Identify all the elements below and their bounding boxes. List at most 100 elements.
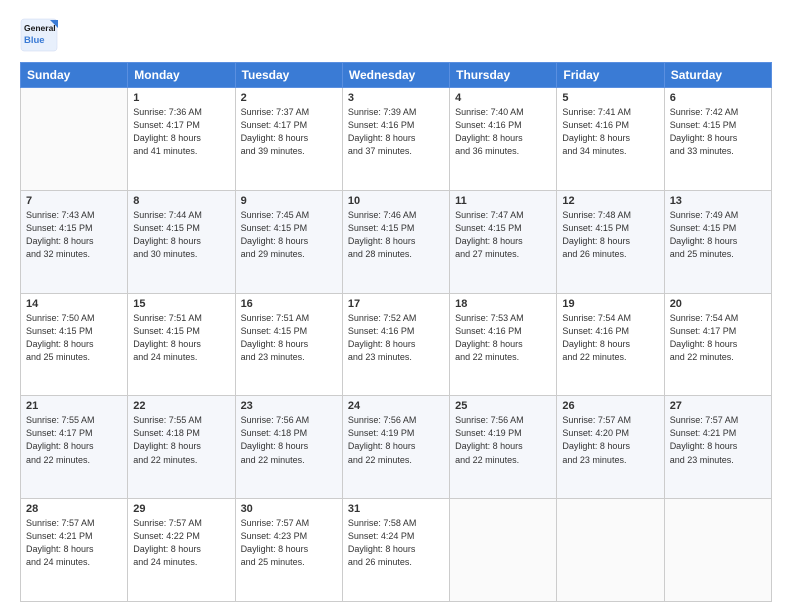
- day-info: Sunrise: 7:46 AMSunset: 4:15 PMDaylight:…: [348, 209, 444, 261]
- day-number: 7: [26, 195, 122, 207]
- day-info: Sunrise: 7:58 AMSunset: 4:24 PMDaylight:…: [348, 517, 444, 569]
- day-info: Sunrise: 7:56 AMSunset: 4:19 PMDaylight:…: [455, 414, 551, 466]
- day-number: 8: [133, 195, 229, 207]
- day-info: Sunrise: 7:44 AMSunset: 4:15 PMDaylight:…: [133, 209, 229, 261]
- calendar-cell: 24 Sunrise: 7:56 AMSunset: 4:19 PMDayligh…: [342, 396, 449, 499]
- calendar-week-row: 1 Sunrise: 7:36 AMSunset: 4:17 PMDaylight…: [21, 88, 772, 191]
- day-number: 6: [670, 92, 766, 104]
- calendar-cell: 6 Sunrise: 7:42 AMSunset: 4:15 PMDaylight…: [664, 88, 771, 191]
- calendar-header-row: SundayMondayTuesdayWednesdayThursdayFrid…: [21, 63, 772, 88]
- calendar-cell: 9Sunrise: 7:45 AMSunset: 4:15 PMDaylight…: [235, 190, 342, 293]
- day-info: Sunrise: 7:41 AMSunset: 4:16 PMDaylight:…: [562, 106, 658, 158]
- day-info: Sunrise: 7:48 AMSunset: 4:15 PMDaylight:…: [562, 209, 658, 261]
- day-info: Sunrise: 7:55 AMSunset: 4:18 PMDaylight:…: [133, 414, 229, 466]
- day-header-thursday: Thursday: [450, 63, 557, 88]
- calendar-cell: 26 Sunrise: 7:57 AMSunset: 4:20 PMDayligh…: [557, 396, 664, 499]
- calendar-cell: 16 Sunrise: 7:51 AMSunset: 4:15 PMDayligh…: [235, 293, 342, 396]
- calendar-cell: 18 Sunrise: 7:53 AMSunset: 4:16 PMDayligh…: [450, 293, 557, 396]
- day-number: 19: [562, 298, 658, 310]
- day-number: 17: [348, 298, 444, 310]
- calendar-cell: 7 Sunrise: 7:43 AMSunset: 4:15 PMDaylight…: [21, 190, 128, 293]
- day-info: Sunrise: 7:57 AMSunset: 4:23 PMDaylight:…: [241, 517, 337, 569]
- day-info: Sunrise: 7:53 AMSunset: 4:16 PMDaylight:…: [455, 312, 551, 364]
- calendar-cell: 19 Sunrise: 7:54 AMSunset: 4:16 PMDayligh…: [557, 293, 664, 396]
- day-number: 26: [562, 400, 658, 412]
- day-info: Sunrise: 7:51 AMSunset: 4:15 PMDaylight:…: [241, 312, 337, 364]
- page: General Blue SundayMondayTuesdayWednesda…: [0, 0, 792, 612]
- day-number: 20: [670, 298, 766, 310]
- calendar-cell: 17 Sunrise: 7:52 AMSunset: 4:16 PMDayligh…: [342, 293, 449, 396]
- day-number: 9: [241, 195, 337, 207]
- day-header-tuesday: Tuesday: [235, 63, 342, 88]
- day-number: 22: [133, 400, 229, 412]
- calendar-week-row: 28Sunrise: 7:57 AMSunset: 4:21 PMDayligh…: [21, 499, 772, 602]
- calendar-week-row: 21 Sunrise: 7:55 AMSunset: 4:17 PMDayligh…: [21, 396, 772, 499]
- day-number: 5: [562, 92, 658, 104]
- day-number: 1: [133, 92, 229, 104]
- day-info: Sunrise: 7:57 AMSunset: 4:21 PMDaylight:…: [26, 517, 122, 569]
- day-info: Sunrise: 7:52 AMSunset: 4:16 PMDaylight:…: [348, 312, 444, 364]
- logo: General Blue: [20, 18, 58, 52]
- day-info: Sunrise: 7:50 AMSunset: 4:15 PMDaylight:…: [26, 312, 122, 364]
- day-number: 30: [241, 503, 337, 515]
- calendar-cell: 14 Sunrise: 7:50 AMSunset: 4:15 PMDayligh…: [21, 293, 128, 396]
- calendar-cell: 12 Sunrise: 7:48 AMSunset: 4:15 PMDayligh…: [557, 190, 664, 293]
- calendar-cell: 29Sunrise: 7:57 AMSunset: 4:22 PMDayligh…: [128, 499, 235, 602]
- svg-text:General: General: [24, 23, 56, 33]
- day-info: Sunrise: 7:57 AMSunset: 4:20 PMDaylight:…: [562, 414, 658, 466]
- day-info: Sunrise: 7:37 AMSunset: 4:17 PMDaylight:…: [241, 106, 337, 158]
- calendar-cell: 21 Sunrise: 7:55 AMSunset: 4:17 PMDayligh…: [21, 396, 128, 499]
- svg-text:Blue: Blue: [24, 35, 45, 46]
- day-info: Sunrise: 7:36 AMSunset: 4:17 PMDaylight:…: [133, 106, 229, 158]
- day-info: Sunrise: 7:42 AMSunset: 4:15 PMDaylight:…: [670, 106, 766, 158]
- calendar-cell: 20 Sunrise: 7:54 AMSunset: 4:17 PMDayligh…: [664, 293, 771, 396]
- day-info: Sunrise: 7:49 AMSunset: 4:15 PMDaylight:…: [670, 209, 766, 261]
- day-number: 27: [670, 400, 766, 412]
- header: General Blue: [20, 18, 772, 52]
- day-number: 24: [348, 400, 444, 412]
- day-info: Sunrise: 7:47 AMSunset: 4:15 PMDaylight:…: [455, 209, 551, 261]
- calendar-cell: 30 Sunrise: 7:57 AMSunset: 4:23 PMDayligh…: [235, 499, 342, 602]
- day-number: 25: [455, 400, 551, 412]
- day-number: 21: [26, 400, 122, 412]
- calendar-table: SundayMondayTuesdayWednesdayThursdayFrid…: [20, 62, 772, 602]
- day-number: 4: [455, 92, 551, 104]
- day-number: 10: [348, 195, 444, 207]
- day-info: Sunrise: 7:39 AMSunset: 4:16 PMDaylight:…: [348, 106, 444, 158]
- day-number: 14: [26, 298, 122, 310]
- day-number: 15: [133, 298, 229, 310]
- day-info: Sunrise: 7:54 AMSunset: 4:16 PMDaylight:…: [562, 312, 658, 364]
- calendar-cell: 31 Sunrise: 7:58 AMSunset: 4:24 PMDayligh…: [342, 499, 449, 602]
- day-header-monday: Monday: [128, 63, 235, 88]
- calendar-cell: 11 Sunrise: 7:47 AMSunset: 4:15 PMDayligh…: [450, 190, 557, 293]
- day-number: 13: [670, 195, 766, 207]
- day-info: Sunrise: 7:40 AMSunset: 4:16 PMDaylight:…: [455, 106, 551, 158]
- day-header-saturday: Saturday: [664, 63, 771, 88]
- day-number: 12: [562, 195, 658, 207]
- day-info: Sunrise: 7:54 AMSunset: 4:17 PMDaylight:…: [670, 312, 766, 364]
- calendar-cell: [21, 88, 128, 191]
- day-info: Sunrise: 7:55 AMSunset: 4:17 PMDaylight:…: [26, 414, 122, 466]
- day-info: Sunrise: 7:51 AMSunset: 4:15 PMDaylight:…: [133, 312, 229, 364]
- calendar-cell: 2 Sunrise: 7:37 AMSunset: 4:17 PMDaylight…: [235, 88, 342, 191]
- day-info: Sunrise: 7:57 AMSunset: 4:22 PMDaylight:…: [133, 517, 229, 569]
- calendar-cell: 4 Sunrise: 7:40 AMSunset: 4:16 PMDaylight…: [450, 88, 557, 191]
- day-number: 11: [455, 195, 551, 207]
- day-info: Sunrise: 7:43 AMSunset: 4:15 PMDaylight:…: [26, 209, 122, 261]
- day-info: Sunrise: 7:56 AMSunset: 4:19 PMDaylight:…: [348, 414, 444, 466]
- day-number: 2: [241, 92, 337, 104]
- calendar-cell: 10 Sunrise: 7:46 AMSunset: 4:15 PMDayligh…: [342, 190, 449, 293]
- calendar-cell: 22 Sunrise: 7:55 AMSunset: 4:18 PMDayligh…: [128, 396, 235, 499]
- calendar-cell: 3Sunrise: 7:39 AMSunset: 4:16 PMDaylight…: [342, 88, 449, 191]
- day-number: 16: [241, 298, 337, 310]
- day-info: Sunrise: 7:56 AMSunset: 4:18 PMDaylight:…: [241, 414, 337, 466]
- day-number: 18: [455, 298, 551, 310]
- calendar-cell: 8 Sunrise: 7:44 AMSunset: 4:15 PMDaylight…: [128, 190, 235, 293]
- calendar-week-row: 7 Sunrise: 7:43 AMSunset: 4:15 PMDaylight…: [21, 190, 772, 293]
- calendar-cell: 5 Sunrise: 7:41 AMSunset: 4:16 PMDaylight…: [557, 88, 664, 191]
- calendar-cell: 13 Sunrise: 7:49 AMSunset: 4:15 PMDayligh…: [664, 190, 771, 293]
- day-number: 31: [348, 503, 444, 515]
- calendar-cell: 15 Sunrise: 7:51 AMSunset: 4:15 PMDayligh…: [128, 293, 235, 396]
- calendar-cell: 25 Sunrise: 7:56 AMSunset: 4:19 PMDayligh…: [450, 396, 557, 499]
- calendar-week-row: 14 Sunrise: 7:50 AMSunset: 4:15 PMDayligh…: [21, 293, 772, 396]
